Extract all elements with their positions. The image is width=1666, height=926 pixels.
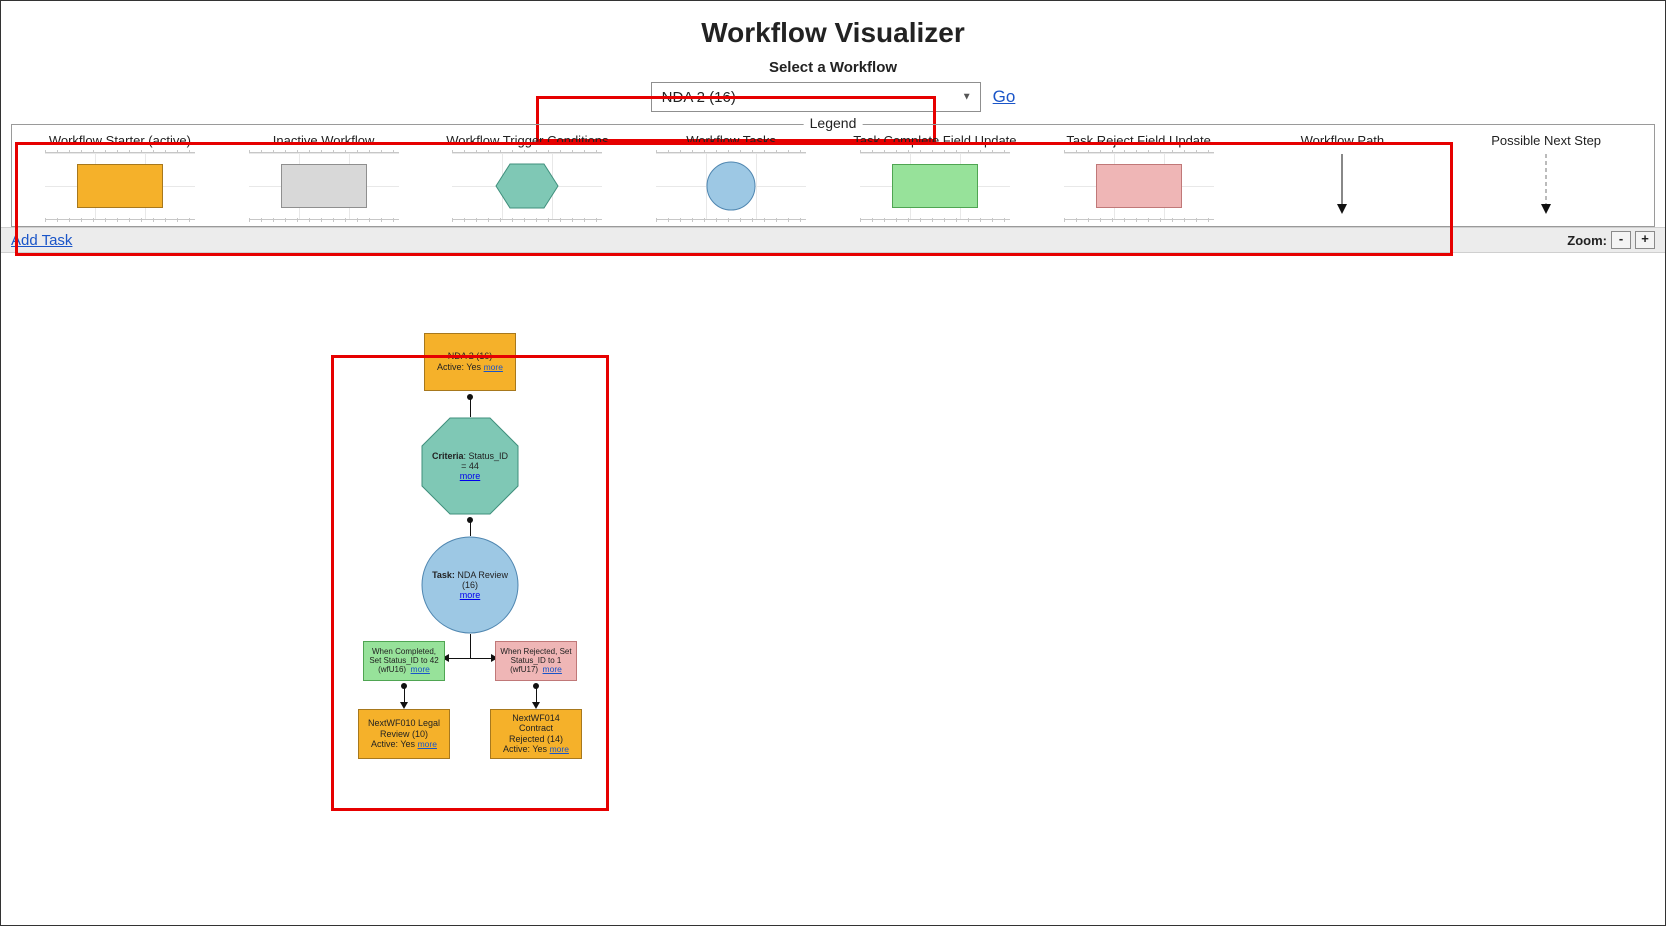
legend-item-path: Workflow Path xyxy=(1245,133,1441,220)
node-line: NextWF010 Legal xyxy=(368,718,440,728)
connector-line xyxy=(470,397,471,417)
node-complete-update[interactable]: When Completed, Set Status_ID to 42 (wfU… xyxy=(363,641,445,681)
rect-pink-icon xyxy=(1096,164,1182,208)
more-link[interactable]: more xyxy=(550,744,569,754)
arrow-solid-icon xyxy=(1332,152,1352,214)
legend-item-trigger: Workflow Trigger Conditions xyxy=(430,133,626,220)
arrowhead-icon xyxy=(532,702,540,709)
connector-line xyxy=(536,686,537,702)
legend-row: Workflow Starter (active) Inactive Workf… xyxy=(18,129,1648,224)
legend-item-tasks: Workflow Tasks xyxy=(633,133,829,220)
legend-panel: Legend Workflow Starter (active) Inactiv… xyxy=(11,124,1655,227)
legend-swatch xyxy=(1064,152,1214,220)
legend-label: Task Complete Field Update xyxy=(853,133,1016,148)
legend-swatch xyxy=(860,152,1010,220)
more-link[interactable]: more xyxy=(460,590,481,600)
chevron-down-icon: ▼ xyxy=(962,92,972,103)
go-link[interactable]: Go xyxy=(993,87,1016,107)
zoom-controls: Zoom: - + xyxy=(1567,231,1655,249)
node-line: When Rejected, Set xyxy=(500,647,571,656)
zoom-in-button[interactable]: + xyxy=(1635,231,1655,249)
node-line: Task: NDA Review (16) xyxy=(428,570,512,590)
rect-orange-icon xyxy=(77,164,163,208)
legend-swatch xyxy=(656,152,806,220)
add-task-link[interactable]: Add Task xyxy=(11,232,72,249)
more-link[interactable]: more xyxy=(543,664,562,674)
node-line: Active: Yes more xyxy=(503,744,569,755)
legend-item-possible-next: Possible Next Step xyxy=(1448,133,1644,220)
legend-swatch xyxy=(452,152,602,220)
arrowhead-icon xyxy=(400,702,408,709)
node-next-reject[interactable]: NextWF014 Contract Rejected (14) Active:… xyxy=(490,709,582,759)
workflow-select-row: NDA 2 (16) ▼ Go xyxy=(1,82,1665,112)
node-line: Criteria: Status_ID = 44 xyxy=(430,451,510,471)
node-next-complete[interactable]: NextWF010 Legal Review (10) Active: Yes … xyxy=(358,709,450,759)
workflow-select[interactable]: NDA 2 (16) ▼ xyxy=(651,82,981,112)
more-link[interactable]: more xyxy=(418,739,437,749)
node-line: Review (10) xyxy=(380,729,428,739)
more-link[interactable]: more xyxy=(411,664,430,674)
node-line: (wfU17) more xyxy=(510,665,562,675)
workflow-select-value: NDA 2 (16) xyxy=(662,89,736,106)
legend-swatch xyxy=(1267,152,1417,220)
legend-label: Task Reject Field Update xyxy=(1066,133,1211,148)
legend-item-complete-update: Task Complete Field Update xyxy=(837,133,1033,220)
rect-gray-icon xyxy=(281,164,367,208)
connector-line xyxy=(470,634,471,658)
page-title: Workflow Visualizer xyxy=(1,17,1665,49)
rect-green-icon xyxy=(892,164,978,208)
legend-label: Possible Next Step xyxy=(1491,133,1601,148)
node-task[interactable]: Task: NDA Review (16) more xyxy=(420,535,520,635)
more-link[interactable]: more xyxy=(460,471,481,481)
node-reject-update[interactable]: When Rejected, Set Status_ID to 1 (wfU17… xyxy=(495,641,577,681)
node-line: Rejected (14) xyxy=(509,734,563,744)
legend-label: Workflow Starter (active) xyxy=(49,133,191,148)
legend-label: Workflow Tasks xyxy=(686,133,776,148)
circle-blue-icon xyxy=(705,160,757,212)
node-criteria[interactable]: Criteria: Status_ID = 44 more xyxy=(420,416,520,516)
legend-title: Legend xyxy=(804,115,863,131)
canvas-toolbar: Add Task Zoom: - + xyxy=(1,227,1665,253)
legend-item-starter-active: Workflow Starter (active) xyxy=(22,133,218,220)
legend-label: Workflow Trigger Conditions xyxy=(446,133,608,148)
legend-item-reject-update: Task Reject Field Update xyxy=(1041,133,1237,220)
zoom-out-button[interactable]: - xyxy=(1611,231,1631,249)
node-starter[interactable]: NDA 2 (16) Active: Yes more xyxy=(424,333,516,391)
hexagon-teal-icon xyxy=(494,162,560,210)
connector-line xyxy=(449,658,491,659)
legend-swatch xyxy=(249,152,399,220)
legend-swatch xyxy=(45,152,195,220)
node-line: (wfU16) more xyxy=(378,665,430,675)
zoom-label: Zoom: xyxy=(1567,233,1607,248)
node-line: Active: Yes more xyxy=(437,362,503,373)
legend-item-inactive: Inactive Workflow xyxy=(226,133,422,220)
legend-label: Workflow Path xyxy=(1301,133,1385,148)
connector-line xyxy=(470,520,471,536)
select-workflow-label: Select a Workflow xyxy=(1,59,1665,76)
node-line: Active: Yes more xyxy=(371,739,437,750)
diagram-canvas[interactable]: NDA 2 (16) Active: Yes more Criteria: St… xyxy=(1,253,1665,893)
node-title: NDA 2 (16) xyxy=(448,351,493,361)
arrow-dashed-icon xyxy=(1536,152,1556,214)
legend-swatch xyxy=(1471,152,1621,220)
node-line: When Completed, xyxy=(372,647,436,656)
legend-label: Inactive Workflow xyxy=(273,133,375,148)
connector-line xyxy=(404,686,405,702)
node-line: NextWF014 Contract xyxy=(495,713,577,734)
more-link[interactable]: more xyxy=(484,362,503,372)
